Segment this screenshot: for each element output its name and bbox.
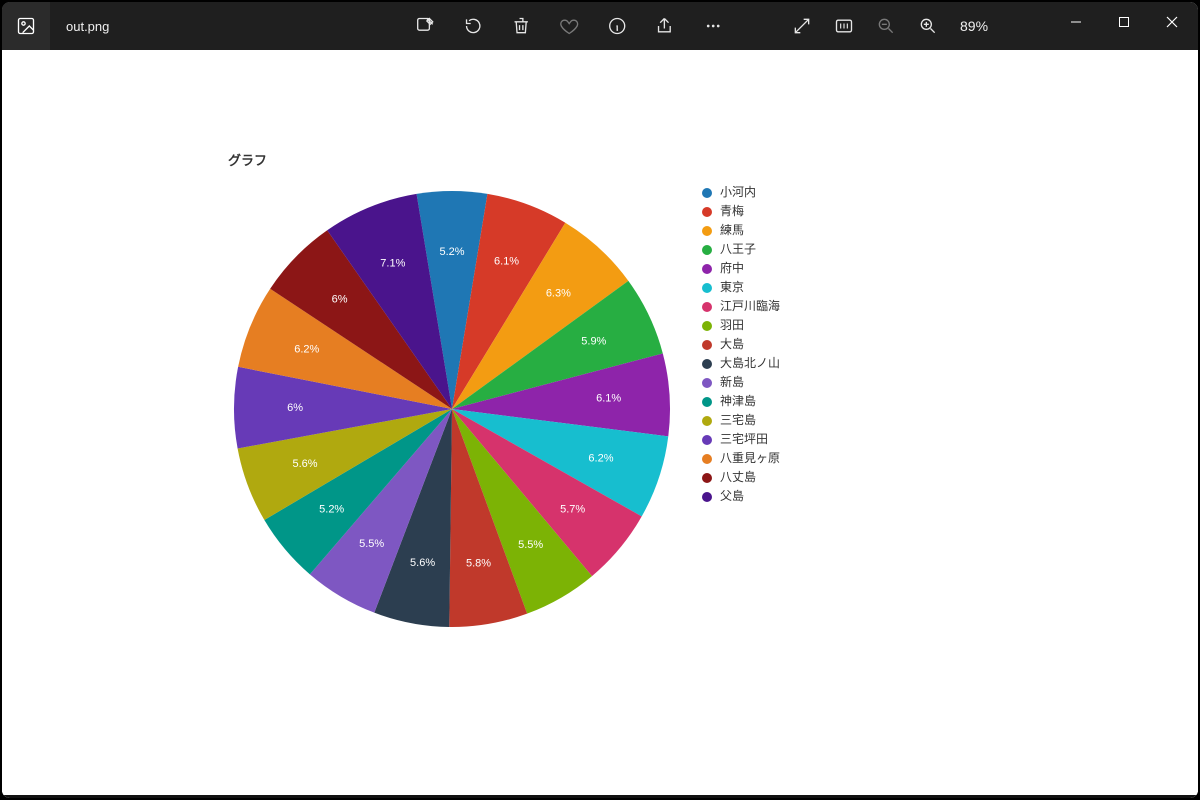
slice-label: 6.1%	[596, 393, 621, 405]
minimize-button[interactable]	[1056, 8, 1096, 36]
info-icon[interactable]	[607, 16, 627, 36]
legend-swatch	[702, 492, 712, 502]
zoom-value: 89%	[960, 18, 998, 34]
actual-size-icon[interactable]	[834, 16, 854, 36]
slice-label: 5.8%	[466, 558, 491, 570]
legend-label: 八丈島	[720, 468, 756, 487]
legend-swatch	[702, 378, 712, 388]
legend-label: 父島	[720, 487, 744, 506]
legend-item: 羽田	[702, 316, 780, 335]
legend-label: 三宅島	[720, 411, 756, 430]
legend-label: 大島	[720, 335, 744, 354]
legend-item: 府中	[702, 259, 780, 278]
legend-item: 大島北ノ山	[702, 354, 780, 373]
legend-label: 青梅	[720, 202, 744, 221]
legend-label: 八王子	[720, 240, 756, 259]
titlebar: out.png	[2, 2, 1198, 50]
slice-label: 5.5%	[359, 538, 384, 550]
slice-label: 6%	[287, 402, 303, 414]
slice-label: 6%	[332, 293, 348, 305]
chart-title: グラフ	[228, 150, 1002, 169]
chart: グラフ 5.2% 6.1% 6.3% 5.9% 6.1% 6.2% 5.7% 5.5% 5.8%…	[222, 150, 1002, 639]
app-icon	[2, 2, 50, 50]
legend-label: 羽田	[720, 316, 744, 335]
slice-label: 5.6%	[292, 458, 317, 470]
legend-swatch	[702, 188, 712, 198]
legend-swatch	[702, 454, 712, 464]
legend-swatch	[702, 397, 712, 407]
legend-swatch	[702, 340, 712, 350]
legend-item: 青梅	[702, 202, 780, 221]
slice-label: 7.1%	[380, 258, 405, 270]
photos-window: out.png	[2, 2, 1198, 798]
legend-label: 八重見ヶ原	[720, 449, 780, 468]
file-name: out.png	[50, 19, 109, 34]
slice-label: 6.2%	[588, 452, 613, 464]
window-controls	[1056, 2, 1192, 56]
legend-item: 三宅坪田	[702, 430, 780, 449]
zoom-in-icon[interactable]	[918, 16, 938, 36]
legend-swatch	[702, 302, 712, 312]
legend-swatch	[702, 321, 712, 331]
legend-label: 三宅坪田	[720, 430, 768, 449]
legend-item: 新島	[702, 373, 780, 392]
legend: 小河内青梅練馬八王子府中東京江戸川臨海羽田大島大島北ノ山新島神津島三宅島三宅坪田…	[702, 183, 780, 506]
slice-label: 5.2%	[319, 504, 344, 516]
legend-swatch	[702, 416, 712, 426]
toolbar-center	[415, 16, 723, 36]
bottom-border	[2, 795, 1198, 798]
legend-swatch	[702, 359, 712, 369]
legend-swatch	[702, 283, 712, 293]
slice-label: 6.1%	[494, 256, 519, 268]
legend-label: 府中	[720, 259, 744, 278]
toolbar-right: 89%	[792, 16, 998, 36]
delete-icon[interactable]	[511, 16, 531, 36]
maximize-button[interactable]	[1104, 8, 1144, 36]
share-icon[interactable]	[655, 16, 675, 36]
pie-chart: 5.2% 6.1% 6.3% 5.9% 6.1% 6.2% 5.7% 5.5% 5.8% 5.6%…	[222, 179, 682, 639]
zoom-out-icon[interactable]	[876, 16, 896, 36]
favorite-icon[interactable]	[559, 16, 579, 36]
close-button[interactable]	[1152, 8, 1192, 36]
slice-label: 5.5%	[518, 539, 543, 551]
fullscreen-icon[interactable]	[792, 16, 812, 36]
more-icon[interactable]	[703, 16, 723, 36]
legend-item: 八丈島	[702, 468, 780, 487]
legend-item: 八重見ヶ原	[702, 449, 780, 468]
slice-label: 5.7%	[560, 503, 585, 515]
legend-swatch	[702, 245, 712, 255]
slice-label: 5.9%	[581, 336, 606, 348]
legend-item: 父島	[702, 487, 780, 506]
legend-item: 東京	[702, 278, 780, 297]
legend-swatch	[702, 226, 712, 236]
legend-swatch	[702, 435, 712, 445]
slice-label: 6.3%	[546, 287, 571, 299]
legend-item: 八王子	[702, 240, 780, 259]
content-area: グラフ 5.2% 6.1% 6.3% 5.9% 6.1% 6.2% 5.7% 5.5% 5.8%…	[2, 50, 1198, 798]
legend-label: 練馬	[720, 221, 744, 240]
legend-item: 練馬	[702, 221, 780, 240]
legend-label: 神津島	[720, 392, 756, 411]
legend-label: 大島北ノ山	[720, 354, 780, 373]
slice-label: 6.2%	[294, 343, 319, 355]
legend-swatch	[702, 264, 712, 274]
legend-item: 小河内	[702, 183, 780, 202]
legend-label: 小河内	[720, 183, 756, 202]
legend-label: 江戸川臨海	[720, 297, 780, 316]
legend-item: 神津島	[702, 392, 780, 411]
legend-item: 大島	[702, 335, 780, 354]
legend-swatch	[702, 473, 712, 483]
rotate-icon[interactable]	[463, 16, 483, 36]
image-canvas[interactable]: グラフ 5.2% 6.1% 6.3% 5.9% 6.1% 6.2% 5.7% 5.5% 5.8%…	[2, 50, 1198, 795]
slice-label: 5.2%	[439, 246, 464, 258]
legend-label: 新島	[720, 373, 744, 392]
legend-item: 江戸川臨海	[702, 297, 780, 316]
legend-label: 東京	[720, 278, 744, 297]
legend-item: 三宅島	[702, 411, 780, 430]
slice-label: 5.6%	[410, 557, 435, 569]
legend-swatch	[702, 207, 712, 217]
edit-image-icon[interactable]	[415, 16, 435, 36]
